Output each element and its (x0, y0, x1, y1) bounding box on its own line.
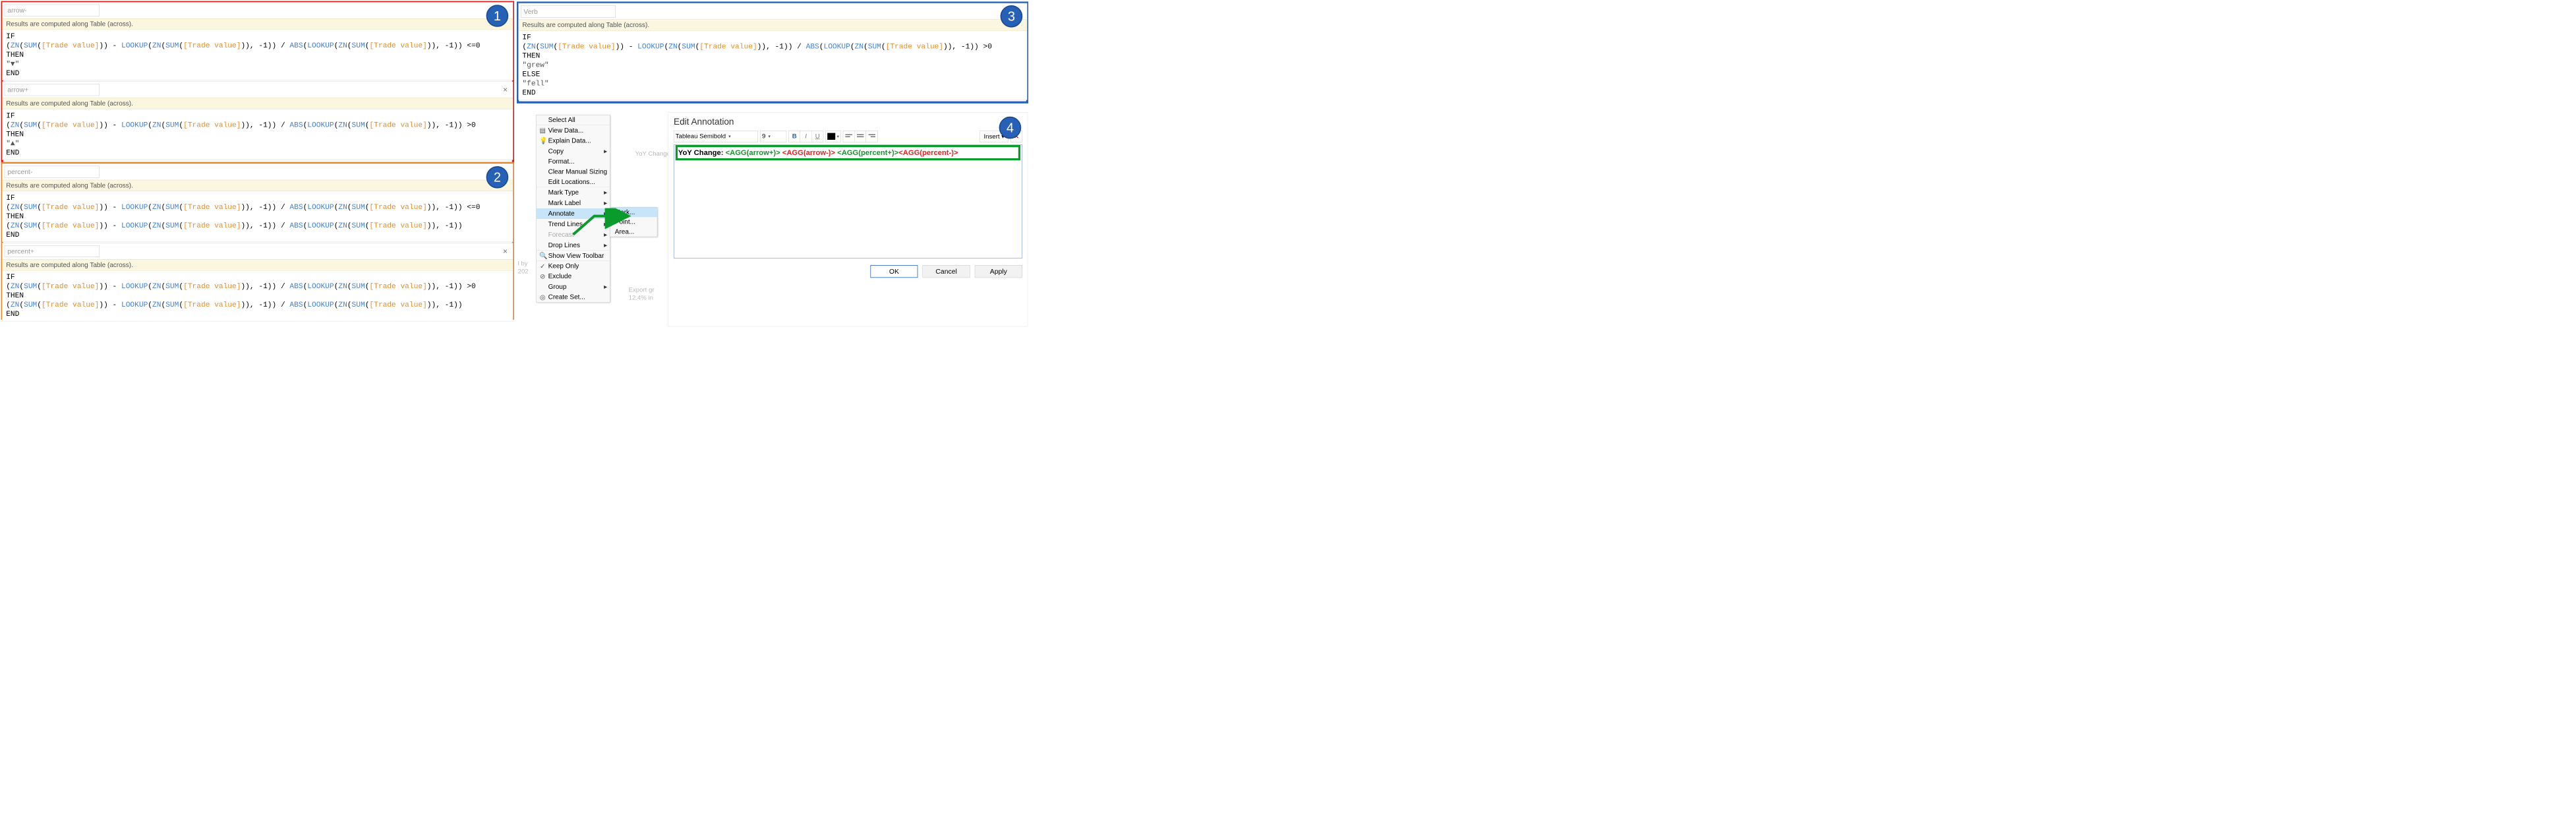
menu-show-toolbar[interactable]: 🔍Show View Toolbar (537, 251, 610, 261)
menu-clear-sizing[interactable]: Clear Manual Sizing (537, 167, 610, 177)
badge-3: 3 (1001, 5, 1023, 28)
chevron-right-icon: ▸ (604, 210, 607, 218)
annotation-textarea[interactable]: YoY Change: <AGG(arrow+)> <AGG(arrow-)> … (674, 145, 1022, 259)
align-center-icon (857, 134, 864, 139)
annotation-toolbar: Tableau Semibold▾ 9▾ B I U ▾ (668, 131, 1028, 145)
annotation-text: YoY Change: <AGG(arrow+)> <AGG(arrow-)> … (678, 148, 1018, 157)
submenu-area[interactable]: Area... (610, 227, 657, 237)
apply-button[interactable]: Apply (975, 265, 1022, 278)
chevron-right-icon: ▸ (604, 241, 607, 249)
bg-export: Export gr (629, 286, 655, 293)
align-left-icon (845, 134, 852, 139)
menu-create-set[interactable]: ◎Create Set... (537, 292, 610, 303)
align-left-button[interactable] (843, 131, 855, 142)
calcname-arrow-plus[interactable] (5, 84, 100, 96)
color-picker[interactable]: ▾ (825, 131, 840, 142)
align-right-button[interactable] (866, 131, 878, 142)
menu-annotate[interactable]: Annotate▸ Mark... Point... Area... (537, 208, 610, 219)
code-arrow-plus[interactable]: IF (ZN(SUM([Trade value])) - LOOKUP(ZN(S… (3, 109, 513, 160)
menu-mark-type[interactable]: Mark Type▸ (537, 187, 610, 198)
formula-percent-minus: Results are computed along Table (across… (2, 164, 513, 242)
calcname-verb[interactable] (521, 5, 616, 17)
bg-pct: 12.4% in (629, 294, 653, 301)
menu-format[interactable]: Format... (537, 156, 610, 167)
bg-lby: l by (518, 260, 528, 267)
menu-keep-only[interactable]: ✓Keep Only (537, 261, 610, 272)
compute-msg: Results are computed along Table (across… (519, 20, 1027, 31)
menu-exclude[interactable]: ⊘Exclude (537, 271, 610, 282)
ok-button[interactable]: OK (870, 265, 918, 278)
chevron-right-icon: ▸ (604, 220, 607, 228)
code-verb[interactable]: IF (ZN(SUM([Trade value])) - LOOKUP(ZN(S… (519, 31, 1027, 100)
chevron-right-icon: ▸ (604, 189, 607, 197)
panel-title: Edit Annotation (668, 112, 1028, 131)
chevron-down-icon: ▾ (768, 134, 771, 139)
compute-msg: Results are computed along Table (across… (3, 259, 513, 270)
bold-button[interactable]: B (788, 131, 800, 142)
code-percent-minus[interactable]: IF (ZN(SUM([Trade value])) - LOOKUP(ZN(S… (3, 191, 513, 241)
underline-button[interactable]: U (812, 131, 824, 142)
formula-arrow-minus: Results are computed along Table (across… (2, 2, 513, 80)
chevron-down-icon: ▾ (837, 134, 839, 139)
menu-view-data[interactable]: ▤View Data... (537, 125, 610, 136)
compute-msg: Results are computed along Table (across… (3, 18, 513, 30)
calcname-arrow-minus[interactable] (5, 5, 100, 16)
menu-drop-lines[interactable]: Drop Lines▸ (537, 240, 610, 251)
cancel-button[interactable]: Cancel (923, 265, 970, 278)
formula-verb: Results are computed along Table (across… (518, 3, 1027, 100)
chevron-right-icon: ▸ (604, 231, 607, 239)
badge-1: 1 (486, 5, 509, 27)
menu-trendlines[interactable]: Trend Lines▸ (537, 219, 610, 229)
submenu-point[interactable]: Point... (610, 217, 657, 227)
grid-icon: ▤ (539, 127, 546, 135)
edit-annotation-panel: Edit Annotation 4 Tableau Semibold▾ 9▾ B… (668, 112, 1028, 326)
calcname-percent-minus[interactable] (5, 166, 100, 178)
fontsize-select[interactable]: 9▾ (760, 131, 786, 142)
menu-group[interactable]: Group▸ (537, 282, 610, 292)
compute-msg: Results are computed along Table (across… (3, 180, 513, 191)
set-icon: ◎ (539, 293, 546, 301)
chevron-down-icon: ▾ (728, 134, 731, 139)
magnify-icon: 🔍 (539, 252, 546, 260)
chevron-right-icon: ▸ (604, 199, 607, 207)
menu-edit-locations[interactable]: Edit Locations... (537, 177, 610, 187)
badge-2: 2 (486, 166, 509, 189)
color-swatch-icon (827, 133, 835, 140)
menu-explain-data[interactable]: 💡Explain Data... (537, 136, 610, 146)
menu-mark-label[interactable]: Mark Label▸ (537, 198, 610, 208)
formula-percent-plus: × Results are computed along Table (acro… (2, 243, 513, 321)
context-menu[interactable]: Select All ▤View Data... 💡Explain Data..… (537, 115, 610, 303)
bulb-icon: 💡 (539, 137, 546, 145)
menu-select-all[interactable]: Select All (537, 115, 610, 125)
check-icon: ✓ (539, 262, 546, 270)
close-icon[interactable]: × (503, 247, 508, 256)
close-icon[interactable]: × (503, 86, 508, 95)
bg-yoy: YoY Change: (635, 150, 672, 158)
font-select[interactable]: Tableau Semibold▾ (674, 131, 758, 142)
align-right-icon (868, 134, 875, 139)
exclude-icon: ⊘ (539, 272, 546, 280)
chevron-right-icon: ▸ (604, 147, 607, 155)
menu-forecast: Forecast▸ (537, 229, 610, 240)
badge-4: 4 (999, 117, 1022, 139)
submenu-mark[interactable]: Mark... (610, 207, 657, 217)
menu-copy[interactable]: Copy▸ (537, 146, 610, 156)
compute-msg: Results are computed along Table (across… (3, 98, 513, 109)
chevron-right-icon: ▸ (604, 283, 607, 291)
code-percent-plus[interactable]: IF (ZN(SUM([Trade value])) - LOOKUP(ZN(S… (3, 270, 513, 320)
italic-button[interactable]: I (800, 131, 812, 142)
submenu-annotate[interactable]: Mark... Point... Area... (610, 207, 657, 237)
bg-2020: 202 (518, 268, 529, 275)
align-center-button[interactable] (854, 131, 866, 142)
formula-arrow-plus: × Results are computed along Table (acro… (2, 82, 513, 160)
calcname-percent-plus[interactable] (5, 245, 100, 257)
code-arrow-minus[interactable]: IF (ZN(SUM([Trade value])) - LOOKUP(ZN(S… (3, 30, 513, 80)
